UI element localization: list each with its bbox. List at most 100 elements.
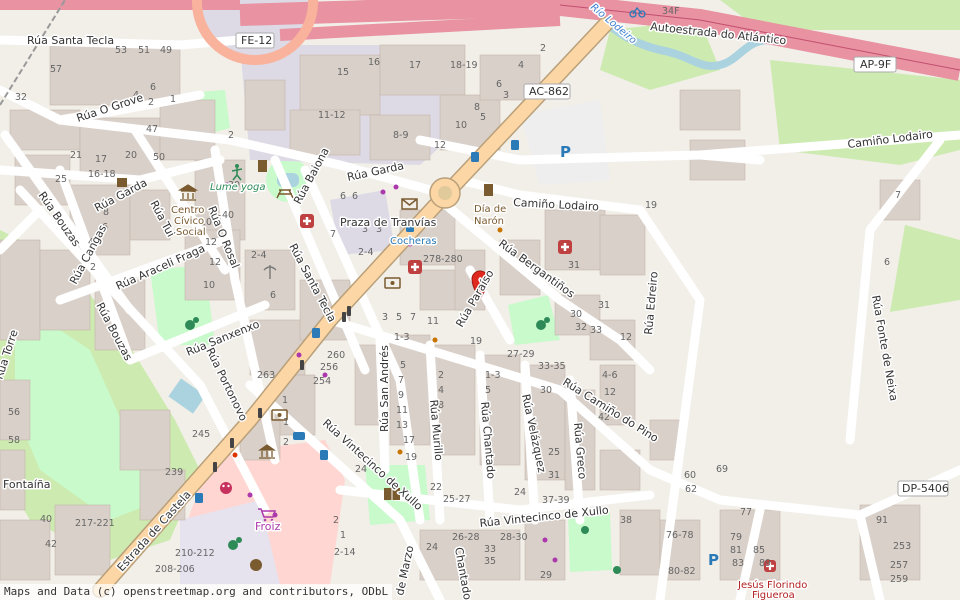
exit-34f-label: 34F: [662, 6, 680, 17]
svg-text:42: 42: [45, 539, 57, 550]
svg-text:6: 6: [150, 82, 156, 93]
svg-text:6: 6: [270, 290, 276, 301]
svg-text:38: 38: [620, 515, 632, 526]
svg-text:5: 5: [396, 312, 402, 323]
street-label: Rúa Santa Tecla: [27, 34, 114, 47]
svg-text:35: 35: [484, 556, 496, 567]
theatre-icon[interactable]: [250, 559, 262, 571]
shop-icon[interactable]: [484, 184, 493, 196]
shop-icon[interactable]: [258, 160, 267, 172]
svg-text:3: 3: [503, 90, 509, 101]
svg-text:31: 31: [568, 260, 580, 271]
svg-text:217-221: 217-221: [75, 518, 115, 529]
svg-text:50: 50: [153, 152, 165, 163]
svg-text:47: 47: [146, 124, 158, 135]
place-cocheras-label: Cocheras: [390, 236, 437, 247]
svg-text:60: 60: [684, 470, 696, 481]
shield-dp5406-label: DP-5406: [902, 482, 949, 495]
svg-text:4: 4: [518, 60, 524, 71]
bus-stop-icon[interactable]: [320, 450, 328, 460]
svg-text:2-14: 2-14: [334, 547, 356, 558]
map-canvas[interactable]: P P 53 51 49 5732 642 1 4750 21 1716-182…: [0, 0, 960, 600]
svg-text:15: 15: [337, 67, 349, 78]
svg-text:81: 81: [730, 545, 742, 556]
svg-text:245: 245: [192, 429, 210, 440]
svg-text:20: 20: [125, 150, 137, 161]
place-centro-label-3: Social: [176, 227, 206, 238]
svg-text:2: 2: [283, 437, 289, 448]
svg-text:210-212: 210-212: [175, 548, 215, 559]
svg-text:1: 1: [282, 395, 288, 406]
svg-text:24: 24: [426, 542, 438, 553]
svg-text:18-19: 18-19: [450, 60, 478, 71]
svg-text:2: 2: [540, 43, 546, 54]
svg-text:4-6: 4-6: [602, 370, 618, 381]
svg-text:17: 17: [409, 60, 421, 71]
bus-stop-icon[interactable]: [195, 493, 203, 503]
svg-text:11: 11: [427, 316, 439, 327]
svg-text:4: 4: [438, 385, 444, 396]
svg-text:17: 17: [403, 435, 415, 446]
place-centro-label-1: Centro: [171, 205, 204, 216]
svg-text:56: 56: [8, 407, 20, 418]
svg-text:1: 1: [340, 530, 346, 541]
svg-text:9: 9: [398, 390, 404, 401]
place-dia-label-2: Narón: [474, 215, 504, 227]
svg-text:80-82: 80-82: [668, 566, 696, 577]
hospital-icon[interactable]: [558, 240, 572, 254]
svg-text:16: 16: [368, 57, 380, 68]
bus-stop-icon[interactable]: [312, 328, 320, 338]
svg-text:278-280: 278-280: [423, 254, 463, 265]
svg-text:11: 11: [396, 405, 408, 416]
svg-text:30: 30: [570, 309, 582, 320]
svg-text:89: 89: [759, 558, 771, 569]
svg-text:40: 40: [40, 514, 52, 525]
place-dia-label-1: Día de: [474, 203, 506, 215]
svg-text:16-18: 16-18: [88, 169, 116, 180]
parking-icon[interactable]: P: [560, 143, 571, 161]
svg-text:83: 83: [732, 558, 744, 569]
svg-text:76-78: 76-78: [666, 530, 694, 541]
svg-text:53: 53: [115, 45, 127, 56]
svg-text:11-12: 11-12: [318, 110, 346, 121]
svg-text:254: 254: [313, 376, 331, 387]
shield-dp5406: DP-5406: [897, 480, 949, 497]
svg-text:7: 7: [410, 312, 416, 323]
shield-fe12-label: FE-12: [241, 34, 272, 47]
pharmacy-icon[interactable]: [408, 260, 422, 274]
svg-text:7: 7: [895, 190, 901, 201]
playground-icon[interactable]: [581, 526, 589, 534]
svg-text:8: 8: [474, 102, 480, 113]
svg-text:1-3: 1-3: [394, 332, 410, 343]
place-lume-label: Lume yoga: [210, 182, 266, 193]
parking-icon[interactable]: P: [708, 551, 719, 569]
svg-text:2: 2: [228, 130, 234, 141]
car-rental-icon[interactable]: [293, 432, 305, 440]
svg-text:12: 12: [604, 387, 616, 398]
theatre-icon[interactable]: [220, 482, 232, 494]
bus-stop-icon[interactable]: [511, 140, 519, 150]
svg-text:19: 19: [405, 452, 417, 463]
shield-ap9f: AP-9F: [853, 56, 897, 73]
svg-text:208-206: 208-206: [155, 564, 195, 575]
svg-text:77: 77: [740, 507, 752, 518]
svg-text:256: 256: [320, 362, 338, 373]
bus-stop-icon[interactable]: [471, 152, 479, 162]
svg-text:7: 7: [330, 229, 336, 240]
svg-text:6: 6: [496, 79, 502, 90]
svg-text:30: 30: [540, 385, 552, 396]
svg-text:1-3: 1-3: [485, 370, 501, 381]
svg-text:10: 10: [455, 120, 467, 131]
svg-text:33-35: 33-35: [538, 361, 566, 372]
playground-icon[interactable]: [613, 566, 621, 574]
svg-text:6: 6: [884, 257, 890, 268]
svg-text:259: 259: [890, 574, 908, 585]
svg-text:1: 1: [283, 417, 289, 428]
svg-text:6: 6: [352, 191, 358, 202]
map-attribution[interactable]: Maps and Data (c) openstreetmap.org and …: [0, 584, 393, 600]
pharmacy-icon[interactable]: [300, 214, 314, 228]
svg-text:24: 24: [514, 487, 526, 498]
svg-text:12: 12: [205, 237, 217, 248]
svg-text:58: 58: [8, 435, 20, 446]
svg-text:69: 69: [716, 464, 728, 475]
